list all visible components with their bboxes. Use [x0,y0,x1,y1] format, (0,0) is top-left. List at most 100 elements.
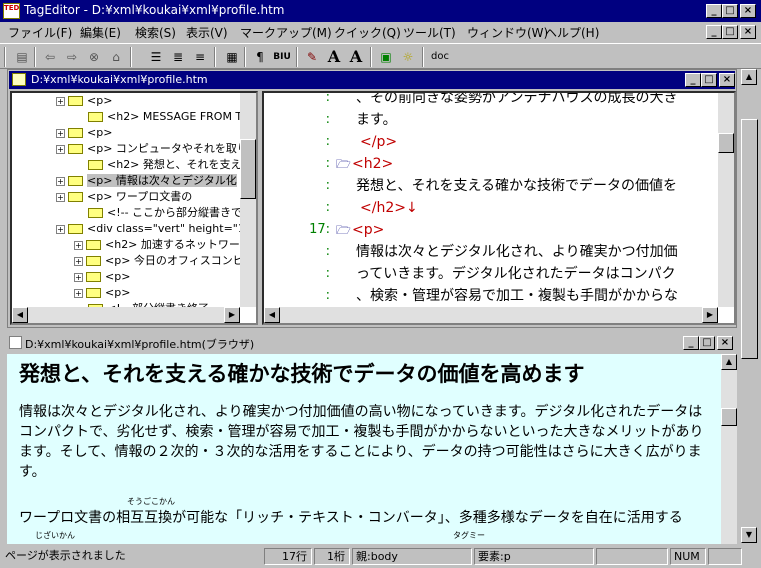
browser-scroll-thumb[interactable] [721,408,737,426]
tree-node[interactable]: <h2> MESSAGE FROM THE [74,109,256,125]
list-icon[interactable]: ☰ [146,48,166,66]
font-size-button[interactable]: A [324,48,344,66]
font-size-increase-button[interactable]: A [346,48,366,66]
app-title: TagEditor - D:¥xml¥koukai¥xml¥profile.ht… [24,3,285,17]
line-number: : [325,134,330,149]
doc-button[interactable]: doc [428,48,452,66]
tree-node[interactable]: + <p> コンピュータやそれを取り [56,141,248,157]
tree-node-label: <p> [87,126,113,139]
menu-help[interactable]: ヘルプ(H) [545,24,599,41]
tag-folder-icon[interactable]: 🗁 [336,153,351,175]
browser-page-icon [9,336,22,349]
code-tag: </p> [360,134,398,150]
folder-icon [68,144,83,154]
expand-icon[interactable]: + [56,96,65,106]
line-number: : [325,244,330,259]
browser-maximize-button[interactable]: □ [699,336,715,350]
tree-scroll-left-button[interactable]: ◀ [12,307,28,323]
tree-node[interactable]: + <h2> 加速するネットワーク [74,237,251,253]
editor-maximize-button[interactable]: □ [701,73,717,87]
mdi-close-button[interactable]: × [740,25,756,39]
tree-scroll-thumb[interactable] [240,139,256,199]
menu-markup[interactable]: マークアップ(M) [240,24,332,41]
expand-icon[interactable]: + [56,128,65,138]
home-icon[interactable]: ⌂ [106,48,126,66]
line-number: : [325,156,330,171]
code-tag: <p> [352,222,385,238]
main-scroll-thumb[interactable] [741,119,758,359]
expand-icon[interactable]: + [74,256,83,266]
tree-node[interactable]: + <p> [56,125,112,141]
tree-node-label: <p> 情報は次々とデジタル化 [87,174,237,187]
folder-icon [86,240,101,250]
tree-node[interactable]: <h2> 発想と、それを支える確 [74,157,256,173]
expand-icon[interactable]: + [74,272,83,282]
menu-edit[interactable]: 編集(E) [80,24,121,41]
expand-icon[interactable]: + [56,192,65,202]
menu-search[interactable]: 検索(S) [135,24,176,41]
lightbulb-icon[interactable]: ☼ [398,48,418,66]
expand-icon[interactable]: + [56,144,65,154]
tree-vertical-scrollbar[interactable] [240,93,256,307]
main-vertical-scrollbar[interactable]: ▲ ▼ [741,69,758,543]
tree-node[interactable]: + <p> [74,269,130,285]
expand-icon[interactable]: + [74,288,83,298]
tree-node[interactable]: + <p> 今日のオフィスコンピ [74,253,244,269]
page-heading: 発想と、それを支える確かな技術でデータの価値を高めます [19,362,585,386]
tree-node[interactable]: + <p> 情報は次々とデジタル化 [56,173,237,189]
expand-icon[interactable]: + [74,240,83,250]
code-text: っていきます。デジタル化されたデータはコンパク [356,266,676,282]
expand-icon[interactable]: + [56,176,65,186]
tree-node[interactable]: + <div class="vert" height="15 [56,221,252,237]
line-number: : [325,112,330,127]
pen-icon[interactable]: ✎ [302,48,322,66]
menu-view[interactable]: 表示(V) [186,24,228,41]
expand-icon[interactable]: + [56,224,65,234]
back-arrow-icon[interactable]: ⇦ [40,48,60,66]
menu-tools[interactable]: ツール(T) [403,24,456,41]
minimize-button[interactable]: _ [706,4,722,18]
table-icon[interactable]: ▦ [222,48,242,66]
menu-file[interactable]: ファイル(F) [8,24,72,41]
save-icon[interactable]: ▤ [12,48,32,66]
editor-scroll-right-button[interactable]: ▶ [702,307,718,323]
tree-horizontal-scrollbar[interactable]: ◀ ▶ [12,307,240,323]
forward-arrow-icon[interactable]: ⇨ [62,48,82,66]
browser-vertical-scrollbar[interactable]: ▲ [721,354,737,544]
mdi-restore-button[interactable]: □ [722,25,738,39]
browser-preview-window: D:¥xml¥koukai¥xml¥profile.htm(ブラウザ) _ □ … [7,334,737,544]
editor-scroll-thumb[interactable] [718,133,734,153]
bold-italic-underline-button[interactable]: BIU [272,48,292,66]
indent-icon[interactable]: ≡ [190,48,210,66]
main-scroll-up-button[interactable]: ▲ [741,69,757,85]
editor-horizontal-scrollbar[interactable]: ◀ ▶ [264,307,718,323]
editor-scroll-left-button[interactable]: ◀ [264,307,280,323]
editor-vertical-scrollbar[interactable] [718,93,734,307]
menu-window[interactable]: ウィンドウ(W) [467,24,548,41]
menu-bar: ファイル(F) 編集(E) 検索(S) 表示(V) マークアップ(M) クイック… [0,22,761,42]
status-bar: ページが表示されました 17行 1桁 親:body 要素:p NUM [0,545,761,568]
element-tree[interactable]: + <p> <h2> MESSAGE FROM THE + <p> + <p> コンピュータ… [10,91,258,325]
tree-node[interactable]: + <p> [74,285,130,301]
tag-folder-icon[interactable]: 🗁 [336,219,351,241]
image-icon[interactable]: ▣ [376,48,396,66]
browser-title-bar: D:¥xml¥koukai¥xml¥profile.htm(ブラウザ) _ □ … [7,334,737,352]
tree-node[interactable]: + <p> [56,93,112,109]
close-button[interactable]: × [740,4,756,18]
stop-icon[interactable]: ⊗ [84,48,104,66]
browser-close-button[interactable]: × [717,336,733,350]
menu-quick[interactable]: クイック(Q) [334,24,401,41]
align-icon[interactable]: ≣ [168,48,188,66]
tree-scroll-right-button[interactable]: ▶ [224,307,240,323]
paragraph-icon[interactable]: ¶ [250,48,270,66]
mdi-minimize-button[interactable]: _ [706,25,722,39]
browser-scroll-up-button[interactable]: ▲ [721,354,737,370]
tree-node[interactable]: + <p> ワープロ文書の [56,189,192,205]
main-scroll-down-button[interactable]: ▼ [741,527,757,543]
editor-close-button[interactable]: × [719,73,735,87]
browser-minimize-button[interactable]: _ [683,336,699,350]
maximize-button[interactable]: □ [722,4,738,18]
tree-node[interactable]: <!-- ここから部分縦書きです [74,205,253,221]
editor-minimize-button[interactable]: _ [685,73,701,87]
code-editor[interactable]: : 、その前向きな姿勢がアンテナハウスの成長の大き: ます。: </p>: 🗁 <h2>:… [262,91,736,325]
